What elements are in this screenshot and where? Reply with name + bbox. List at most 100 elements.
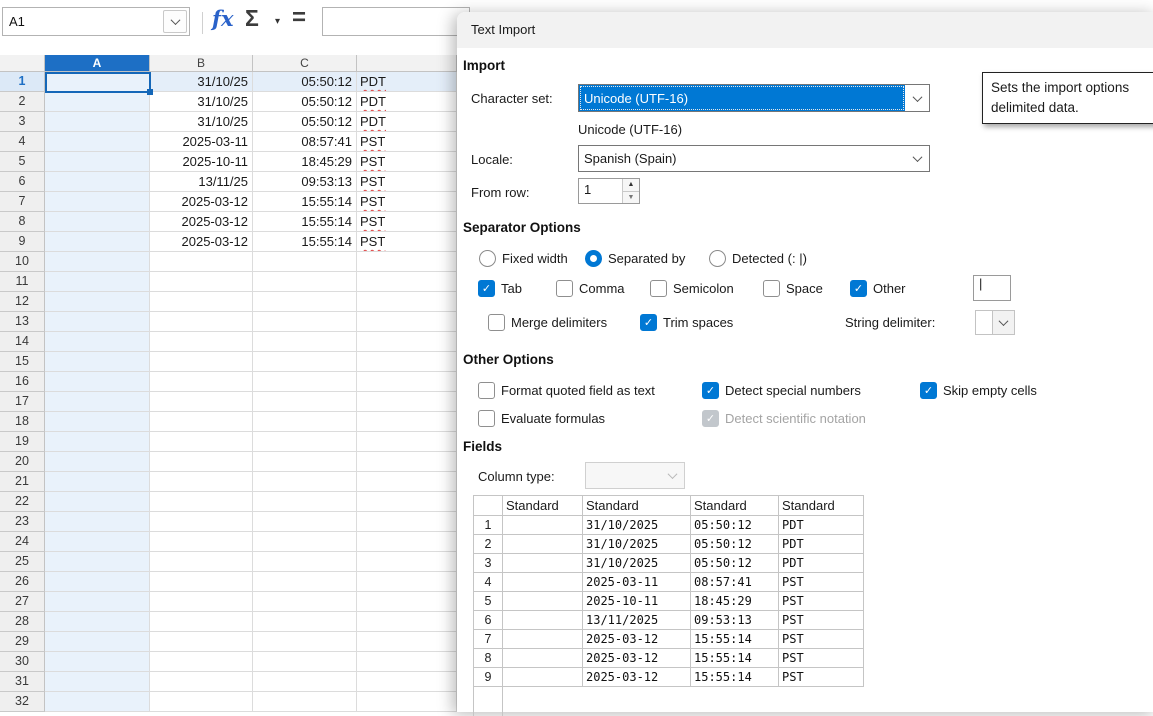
cell-B30[interactable] [150,652,253,672]
cell-C32[interactable] [253,692,357,712]
row-header-29[interactable]: 29 [0,632,45,652]
preview-cell-r8c4[interactable]: PST [779,649,864,668]
cell-C27[interactable] [253,592,357,612]
row-header-4[interactable]: 4 [0,132,45,152]
row-header-11[interactable]: 11 [0,272,45,292]
row-header-6[interactable]: 6 [0,172,45,192]
checkbox-other[interactable]: Other [850,278,906,298]
cell-C21[interactable] [253,472,357,492]
cell-D28[interactable] [357,612,457,632]
string-delimiter-combobox[interactable] [975,310,1015,335]
cell-A7[interactable] [45,192,150,212]
cell-B3[interactable]: 31/10/25 [150,112,253,132]
preview-cell-r2c2[interactable]: 31/10/2025 [583,535,691,554]
cell-A1[interactable] [45,72,150,92]
row-header-3[interactable]: 3 [0,112,45,132]
preview-cell-r3c1[interactable] [503,554,583,573]
cell-C18[interactable] [253,412,357,432]
cell-A15[interactable] [45,352,150,372]
preview-cell-r7c1[interactable] [503,630,583,649]
preview-cell-r8c1[interactable] [503,649,583,668]
radio-separated-by[interactable]: Separated by [585,248,685,268]
preview-cell-r1c1[interactable] [503,516,583,535]
cell-D16[interactable] [357,372,457,392]
cell-D27[interactable] [357,592,457,612]
preview-cell-r7c3[interactable]: 15:55:14 [691,630,779,649]
cell-D12[interactable] [357,292,457,312]
cell-B24[interactable] [150,532,253,552]
cell-D6[interactable]: PST [357,172,457,192]
cell-C31[interactable] [253,672,357,692]
cell-C11[interactable] [253,272,357,292]
cell-D14[interactable] [357,332,457,352]
row-header-2[interactable]: 2 [0,92,45,112]
preview-cell-r6c2[interactable]: 13/11/2025 [583,611,691,630]
checkbox-evaluate-formulas[interactable]: Evaluate formulas [478,408,605,428]
string-delimiter-dropdown-button[interactable] [992,311,1014,334]
row-header-28[interactable]: 28 [0,612,45,632]
cell-A11[interactable] [45,272,150,292]
cell-C6[interactable]: 09:53:13 [253,172,357,192]
equals-formula-icon[interactable]: = [292,4,306,32]
cell-D2[interactable]: PDT [357,92,457,112]
cell-B18[interactable] [150,412,253,432]
cell-D9[interactable]: PST [357,232,457,252]
cell-C8[interactable]: 15:55:14 [253,212,357,232]
preview-cell-r4c3[interactable]: 08:57:41 [691,573,779,592]
cell-B15[interactable] [150,352,253,372]
preview-cell-r6c3[interactable]: 09:53:13 [691,611,779,630]
row-header-27[interactable]: 27 [0,592,45,612]
preview-cell-r3c3[interactable]: 05:50:12 [691,554,779,573]
locale-combobox[interactable]: Spanish (Spain) [578,145,930,172]
cell-D29[interactable] [357,632,457,652]
cell-C30[interactable] [253,652,357,672]
cell-A5[interactable] [45,152,150,172]
spin-up-icon[interactable]: ▲ [623,179,639,191]
row-header-26[interactable]: 26 [0,572,45,592]
cell-D1[interactable]: PDT [357,72,457,92]
cell-B2[interactable]: 31/10/25 [150,92,253,112]
cell-C23[interactable] [253,512,357,532]
cell-C19[interactable] [253,432,357,452]
cell-A3[interactable] [45,112,150,132]
radio-detected[interactable]: Detected (: |) [709,248,807,268]
cell-A12[interactable] [45,292,150,312]
row-header-5[interactable]: 5 [0,152,45,172]
name-box-dropdown-button[interactable] [163,10,187,33]
cell-A8[interactable] [45,212,150,232]
checkbox-tab[interactable]: Tab [478,278,522,298]
sum-icon[interactable]: Σ [245,5,259,32]
checkbox-detect-special-numbers[interactable]: Detect special numbers [702,380,861,400]
preview-cell-r4c2[interactable]: 2025-03-11 [583,573,691,592]
formula-input[interactable] [322,7,470,36]
cell-A17[interactable] [45,392,150,412]
other-separator-input[interactable]: | [973,275,1011,301]
row-header-14[interactable]: 14 [0,332,45,352]
row-header-18[interactable]: 18 [0,412,45,432]
select-all-corner[interactable] [0,55,45,72]
cell-A10[interactable] [45,252,150,272]
column-header-A[interactable]: A [45,55,150,72]
cell-C13[interactable] [253,312,357,332]
cell-C25[interactable] [253,552,357,572]
cell-B16[interactable] [150,372,253,392]
character-set-dropdown-button[interactable] [905,85,929,111]
row-header-1[interactable]: 1 [0,72,45,92]
cell-D24[interactable] [357,532,457,552]
column-header-C[interactable]: C [253,55,357,72]
checkbox-space[interactable]: Space [763,278,823,298]
cell-D11[interactable] [357,272,457,292]
row-header-12[interactable]: 12 [0,292,45,312]
preview-cell-r3c4[interactable]: PDT [779,554,864,573]
cell-D15[interactable] [357,352,457,372]
row-header-13[interactable]: 13 [0,312,45,332]
cell-D26[interactable] [357,572,457,592]
cell-A9[interactable] [45,232,150,252]
name-box[interactable]: A1 [2,7,190,36]
cell-D8[interactable]: PST [357,212,457,232]
preview-cell-r8c2[interactable]: 2025-03-12 [583,649,691,668]
row-header-30[interactable]: 30 [0,652,45,672]
row-header-15[interactable]: 15 [0,352,45,372]
cell-B19[interactable] [150,432,253,452]
cell-D32[interactable] [357,692,457,712]
